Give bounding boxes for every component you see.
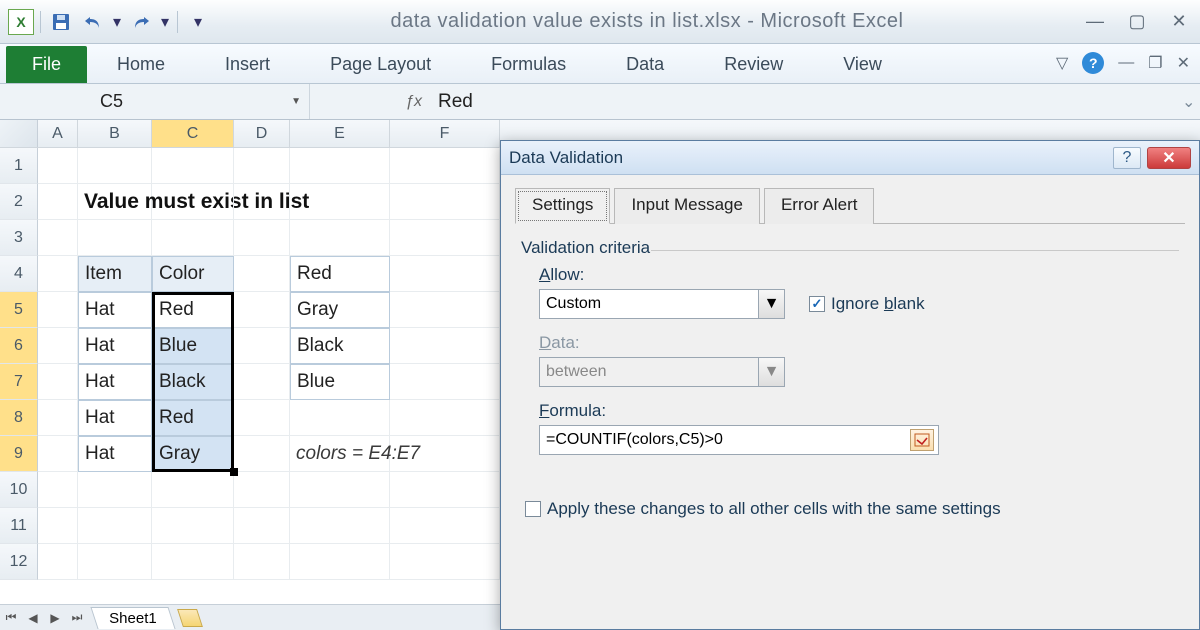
row-header[interactable]: 6 <box>0 328 38 364</box>
row-header[interactable]: 11 <box>0 508 38 544</box>
row-header[interactable]: 3 <box>0 220 38 256</box>
row-header[interactable]: 2 <box>0 184 38 220</box>
ignore-blank-checkbox[interactable]: ✓ Ignore blank <box>809 294 925 314</box>
qat-customize[interactable]: ▾ <box>184 9 212 35</box>
col-header[interactable]: A <box>38 120 78 147</box>
formula-input[interactable]: Red <box>430 91 1182 113</box>
tab-page-layout[interactable]: Page Layout <box>330 46 431 83</box>
cell-color[interactable]: Black <box>152 364 234 400</box>
row-header[interactable]: 1 <box>0 148 38 184</box>
sheet-heading[interactable]: Value must exist in list <box>78 184 152 220</box>
select-all-corner[interactable] <box>0 120 38 147</box>
col-header[interactable]: E <box>290 120 390 147</box>
allow-combo[interactable]: Custom ▼ <box>539 289 785 319</box>
close-button[interactable]: ✕ <box>1166 12 1192 32</box>
name-box-dropdown[interactable]: ▼ <box>291 96 301 107</box>
quick-access-toolbar: X ▾ ▾ ▾ <box>8 9 212 35</box>
dialog-tab-input-message[interactable]: Input Message <box>614 188 760 224</box>
tab-insert[interactable]: Insert <box>225 46 270 83</box>
cell-color[interactable]: Red <box>152 292 234 328</box>
formula-input-box[interactable]: =COUNTIF(colors,C5)>0 <box>539 425 939 455</box>
cell-item[interactable]: Hat <box>78 400 152 436</box>
ribbon-tabs: File Home Insert Page Layout Formulas Da… <box>0 44 1200 84</box>
cell-item[interactable]: Hat <box>78 328 152 364</box>
col-header[interactable]: C <box>152 120 234 147</box>
tab-nav-first[interactable]: ⏮ <box>0 608 22 628</box>
tab-nav-last[interactable]: ⏭ <box>66 608 88 628</box>
column-header-item[interactable]: Item <box>78 256 152 292</box>
undo-button[interactable] <box>79 9 107 35</box>
redo-button[interactable] <box>127 9 155 35</box>
validation-criteria-label: Validation criteria <box>521 238 650 258</box>
cell-item[interactable]: Hat <box>78 364 152 400</box>
excel-icon: X <box>8 9 34 35</box>
cell-color[interactable]: Red <box>152 400 234 436</box>
tab-review[interactable]: Review <box>724 46 783 83</box>
col-header[interactable]: D <box>234 120 290 147</box>
checkbox-checked-icon: ✓ <box>809 296 825 312</box>
new-sheet-button[interactable] <box>177 609 203 627</box>
row-header[interactable]: 4 <box>0 256 38 292</box>
doc-restore-icon[interactable]: ❐ <box>1148 53 1162 73</box>
row-header[interactable]: 10 <box>0 472 38 508</box>
doc-minimize-icon[interactable]: — <box>1118 54 1134 72</box>
row-header[interactable]: 9 <box>0 436 38 472</box>
ribbon-minimize-icon[interactable]: ▽ <box>1056 53 1068 73</box>
row-header[interactable]: 12 <box>0 544 38 580</box>
row-header[interactable]: 8 <box>0 400 38 436</box>
fx-label[interactable]: ƒx <box>310 93 430 111</box>
chevron-down-icon[interactable]: ▼ <box>758 290 784 318</box>
help-icon[interactable]: ? <box>1082 52 1104 74</box>
tab-nav-next[interactable]: ▶ <box>44 608 66 628</box>
checkbox-unchecked-icon <box>525 501 541 517</box>
dialog-help-button[interactable]: ? <box>1113 147 1141 169</box>
minimize-button[interactable]: — <box>1082 12 1108 32</box>
data-validation-dialog: Data Validation ? ✕ Settings Input Messa… <box>500 140 1200 630</box>
redo-dropdown[interactable]: ▾ <box>159 9 171 35</box>
dialog-close-button[interactable]: ✕ <box>1147 147 1191 169</box>
col-header[interactable]: B <box>78 120 152 147</box>
formula-bar: C5 ▼ ƒx Red ⌄ <box>0 84 1200 120</box>
range-note[interactable]: colors = E4:E7 <box>290 436 390 472</box>
formula-label: Formula: <box>539 401 1179 421</box>
chevron-down-icon: ▼ <box>758 358 784 386</box>
tab-formulas[interactable]: Formulas <box>491 46 566 83</box>
save-button[interactable] <box>47 9 75 35</box>
maximize-button[interactable]: ▢ <box>1124 12 1150 32</box>
formula-expand-icon[interactable]: ⌄ <box>1182 92 1200 112</box>
tab-file[interactable]: File <box>6 46 87 83</box>
dialog-tab-settings[interactable]: Settings <box>515 188 610 224</box>
tab-data[interactable]: Data <box>626 46 664 83</box>
data-combo: between ▼ <box>539 357 785 387</box>
dialog-titlebar[interactable]: Data Validation ? ✕ <box>501 141 1199 175</box>
cell-item[interactable]: Hat <box>78 436 152 472</box>
row-header[interactable]: 5 <box>0 292 38 328</box>
title-bar: X ▾ ▾ ▾ data validation value exists in … <box>0 0 1200 44</box>
row-header[interactable]: 7 <box>0 364 38 400</box>
range-picker-icon[interactable] <box>910 429 934 451</box>
apply-to-all-checkbox[interactable]: Apply these changes to all other cells w… <box>525 499 1179 519</box>
list-item[interactable]: Blue <box>290 364 390 400</box>
column-header-color[interactable]: Color <box>152 256 234 292</box>
dialog-title: Data Validation <box>509 148 1113 168</box>
tab-view[interactable]: View <box>843 46 882 83</box>
name-box[interactable]: C5 <box>100 91 123 112</box>
doc-close-icon[interactable]: ✕ <box>1177 53 1190 73</box>
undo-dropdown[interactable]: ▾ <box>111 9 123 35</box>
cell-item[interactable]: Hat <box>78 292 152 328</box>
data-label: Data: <box>539 333 1179 353</box>
tab-home[interactable]: Home <box>117 46 165 83</box>
cell-color[interactable]: Blue <box>152 328 234 364</box>
dialog-tab-error-alert[interactable]: Error Alert <box>764 188 875 224</box>
sheet-tab[interactable]: Sheet1 <box>90 607 175 629</box>
tab-nav-prev[interactable]: ◀ <box>22 608 44 628</box>
allow-label: Allow: <box>539 265 1179 285</box>
selection-handle[interactable] <box>230 468 238 476</box>
cell-color[interactable]: Gray <box>152 436 234 472</box>
col-header[interactable]: F <box>390 120 500 147</box>
list-item[interactable]: Gray <box>290 292 390 328</box>
list-item[interactable]: Black <box>290 328 390 364</box>
window-title: data validation value exists in list.xls… <box>212 10 1082 33</box>
list-item[interactable]: Red <box>290 256 390 292</box>
